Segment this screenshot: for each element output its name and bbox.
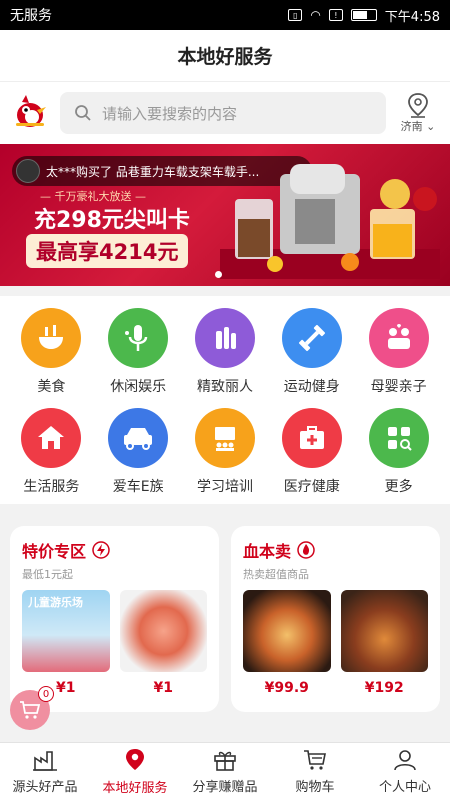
playground-image: 儿童游乐场 xyxy=(22,590,110,672)
status-bar: 无服务 ▯ ◠ ! 下午4:58 xyxy=(0,0,450,30)
category-food[interactable]: 美食 xyxy=(8,308,95,396)
category-more[interactable]: 更多 xyxy=(355,408,442,496)
bird-mascot-icon xyxy=(16,95,46,127)
category-entertainment[interactable]: 休闲娱乐 xyxy=(95,308,182,396)
factory-icon xyxy=(33,751,57,771)
promo-title: 特价专区 xyxy=(22,542,87,561)
category-medical[interactable]: 医疗健康 xyxy=(268,408,355,496)
promo-banner[interactable]: 太***购买了 品巷重力车载支架车载手... › — 千万豪礼大放送 — 充29… xyxy=(0,144,450,286)
gift-icon xyxy=(214,751,236,771)
shrimp-image xyxy=(119,590,207,672)
product-item[interactable]: ¥1 xyxy=(119,590,207,696)
category-label: 医疗健康 xyxy=(283,479,340,495)
category-car[interactable]: 爱车E族 xyxy=(95,408,182,496)
bowl-icon xyxy=(21,308,82,368)
more-grid-icon xyxy=(368,408,429,468)
house-icon xyxy=(21,408,82,468)
promo-subtitle: 热卖超值商品 xyxy=(243,568,309,581)
chevron-down-icon: ⌄ xyxy=(426,120,436,133)
carousel-dots xyxy=(0,271,450,278)
app-logo xyxy=(10,93,50,133)
promo-title: 血本卖 xyxy=(243,542,292,561)
cart-count-badge: 0 xyxy=(38,686,54,702)
lightning-icon xyxy=(92,541,110,559)
dumbbell-icon xyxy=(281,308,342,368)
product-price: ¥99.9 xyxy=(264,680,309,696)
category-life-services[interactable]: 生活服务 xyxy=(8,408,95,496)
category-beauty[interactable]: 精致丽人 xyxy=(182,308,269,396)
tab-label: 购物车 xyxy=(295,780,335,795)
product-item[interactable]: ¥192 xyxy=(340,590,428,696)
flame-icon xyxy=(297,541,315,559)
banner-offer: 最高享4214元 xyxy=(26,234,189,268)
cosmetics-icon xyxy=(194,308,255,368)
tab-label: 源头好产品 xyxy=(12,780,78,795)
promo-section: 特价专区 最低1元起 儿童游乐场 ¥1 ¥1 血本卖 热卖超值商品 ¥99.9 … xyxy=(0,514,450,724)
medical-kit-icon xyxy=(281,408,342,468)
bbq-image xyxy=(340,590,428,672)
category-label: 爱车E族 xyxy=(112,479,164,495)
juicer-illustration xyxy=(220,164,440,279)
microphone-icon xyxy=(108,308,169,368)
tab-share-gifts[interactable]: 分享赚赠品 xyxy=(180,743,270,800)
tab-cart[interactable]: 购物车 xyxy=(270,743,360,800)
tab-source-products[interactable]: 源头好产品 xyxy=(0,743,90,800)
floating-cart-button[interactable]: 0 xyxy=(10,686,54,730)
category-label: 更多 xyxy=(384,479,413,495)
family-icon xyxy=(368,308,429,368)
location-selector[interactable]: 济南 ⌄ xyxy=(396,92,440,134)
wifi-icon: ◠ xyxy=(310,8,321,22)
product-price: ¥192 xyxy=(364,680,404,696)
carousel-dot[interactable] xyxy=(215,271,222,278)
tab-label: 分享赚赠品 xyxy=(192,780,258,795)
category-grid: 美食 休闲娱乐 精致丽人 运动健身 母婴亲子 生活服务 爱车E族 学习培训 医疗… xyxy=(0,296,450,504)
cart-icon xyxy=(20,701,41,719)
user-icon xyxy=(394,750,416,771)
category-label: 精致丽人 xyxy=(196,379,253,395)
category-label: 运动健身 xyxy=(283,379,340,395)
search-row: 请输入要搜索的内容 济南 ⌄ xyxy=(0,82,450,144)
status-icons: ▯ ◠ ! 下午4:58 xyxy=(288,6,440,25)
category-label: 休闲娱乐 xyxy=(110,379,167,395)
product-item[interactable]: 儿童游乐场 ¥1 xyxy=(22,590,110,696)
tab-local-services[interactable]: 本地好服务 xyxy=(90,743,180,800)
category-label: 生活服务 xyxy=(23,479,80,495)
battery-icon xyxy=(350,9,377,21)
hotpot-image xyxy=(243,590,331,672)
search-input[interactable]: 请输入要搜索的内容 xyxy=(60,92,386,134)
avatar xyxy=(16,159,40,183)
category-label: 美食 xyxy=(37,379,66,395)
clock-text: 下午4:58 xyxy=(384,9,440,25)
product-item[interactable]: ¥99.9 xyxy=(243,590,331,696)
tab-profile[interactable]: 个人中心 xyxy=(360,743,450,800)
product-price: ¥1 xyxy=(56,680,76,696)
location-label: 济南 xyxy=(400,120,423,133)
car-icon xyxy=(108,408,169,468)
banner-headline: 充298元尖叫卡 xyxy=(34,208,190,233)
category-education[interactable]: 学习培训 xyxy=(182,408,269,496)
hot-sale-card[interactable]: 血本卖 热卖超值商品 ¥99.9 ¥192 xyxy=(231,526,440,712)
vibrate-icon: ▯ xyxy=(288,9,303,21)
category-fitness[interactable]: 运动健身 xyxy=(268,308,355,396)
product-image-caption: 儿童游乐场 xyxy=(28,596,83,609)
sim-icon: ! xyxy=(328,9,343,21)
carrier-text: 无服务 xyxy=(10,8,52,24)
category-label: 学习培训 xyxy=(196,479,253,495)
bottom-tab-bar: 源头好产品 本地好服务 分享赚赠品 购物车 个人中心 xyxy=(0,742,450,800)
tab-label: 本地好服务 xyxy=(102,781,168,796)
category-maternity[interactable]: 母婴亲子 xyxy=(355,308,442,396)
page-title: 本地好服务 xyxy=(0,30,450,82)
product-price: ¥1 xyxy=(153,680,173,696)
location-pin-icon xyxy=(126,749,144,770)
search-placeholder: 请输入要搜索的内容 xyxy=(102,104,238,123)
tab-label: 个人中心 xyxy=(378,780,431,795)
promo-subtitle: 最低1元起 xyxy=(22,568,73,581)
location-pin-icon xyxy=(408,93,428,118)
special-offer-card[interactable]: 特价专区 最低1元起 儿童游乐场 ¥1 ¥1 xyxy=(10,526,219,712)
classroom-icon xyxy=(194,408,255,468)
category-label: 母婴亲子 xyxy=(370,379,427,395)
cart-icon xyxy=(304,750,326,770)
search-icon xyxy=(75,105,91,121)
